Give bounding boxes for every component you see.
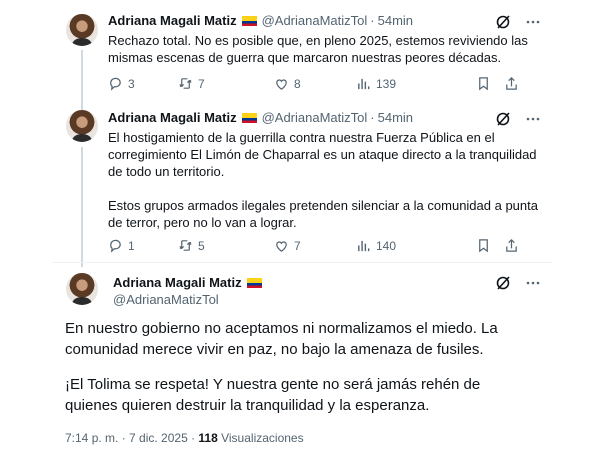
author-handle[interactable]: @AdrianaMatizTol (262, 110, 368, 125)
tweet-top-icons (495, 111, 541, 127)
repost-icon (179, 240, 192, 251)
tweet-actions: 3 7 8 139 (108, 76, 524, 91)
thread-connector (81, 147, 83, 267)
colombia-flag-icon (241, 15, 257, 26)
tweet-text-paragraph: El hostigamiento de la guerrilla contra … (108, 130, 537, 179)
more-icon[interactable] (525, 111, 541, 127)
tweet-text: Rechazo total. No es posible que, en ple… (108, 33, 528, 65)
avatar[interactable] (66, 110, 98, 142)
avatar[interactable] (66, 273, 98, 305)
like-count: 8 (294, 76, 301, 91)
author-name[interactable]: Adriana Magali Matiz (108, 110, 237, 125)
repost-button[interactable]: 5 (178, 238, 274, 253)
views-button[interactable]: 140 (356, 238, 476, 253)
author-handle[interactable]: @AdrianaMatizTol (262, 13, 368, 28)
like-icon (276, 79, 287, 90)
views-label: Visualizaciones (217, 431, 304, 445)
tweet-header: Adriana Magali Matiz @AdrianaMatizTol · … (108, 110, 414, 125)
tweet-timestamp[interactable]: 7:14 p. m. · 7 dic. 2025 · (65, 431, 198, 445)
author-name[interactable]: Adriana Magali Matiz (108, 13, 237, 28)
avatar[interactable] (66, 14, 98, 46)
reply-count: 3 (128, 76, 135, 91)
colombia-flag-icon (246, 277, 262, 288)
views-button[interactable]: 139 (356, 76, 476, 91)
tweet-text-paragraph: Estos grupos armados ilegales pretenden … (108, 198, 538, 230)
thread-container: Adriana Magali Matiz @AdrianaMatizTol · … (52, 0, 552, 455)
repost-icon (179, 78, 192, 89)
views-total: 118 (198, 431, 218, 445)
tweet-meta: 7:14 p. m. · 7 dic. 2025 · 118 Visualiza… (65, 431, 304, 445)
bookmark-icon (479, 239, 488, 253)
repost-count: 7 (198, 76, 205, 91)
views-count: 140 (376, 238, 397, 253)
grok-icon[interactable] (495, 111, 511, 127)
bookmark-button[interactable] (476, 238, 504, 253)
author-handle[interactable]: @AdrianaMatizTol (113, 292, 219, 307)
tweet-top-icons (495, 275, 541, 291)
divider (52, 262, 552, 263)
like-button[interactable]: 7 (274, 238, 356, 253)
author-name[interactable]: Adriana Magali Matiz (113, 275, 242, 290)
main-tweet-paragraph: ¡El Tolima se respeta! Y nuestra gente n… (65, 376, 481, 414)
tweet-time[interactable]: 54min (378, 13, 413, 28)
grok-icon[interactable] (495, 14, 511, 30)
tweet-actions: 1 5 7 140 (108, 238, 524, 253)
tweet-time[interactable]: 54min (378, 110, 413, 125)
like-icon (276, 241, 287, 252)
thread-connector (81, 50, 83, 110)
reply-count: 1 (128, 238, 135, 253)
views-count: 139 (376, 76, 397, 91)
like-button[interactable]: 8 (274, 76, 356, 91)
repost-count: 5 (198, 238, 205, 253)
reply-button[interactable]: 1 (108, 238, 178, 253)
share-icon (506, 239, 517, 252)
share-button[interactable] (504, 238, 524, 253)
repost-button[interactable]: 7 (178, 76, 274, 91)
reply-icon (110, 77, 121, 91)
views-icon (358, 78, 370, 90)
reply-button[interactable]: 3 (108, 76, 178, 91)
main-tweet-paragraph: En nuestro gobierno no aceptamos ni norm… (65, 320, 498, 358)
more-icon[interactable] (525, 14, 541, 30)
bookmark-icon (479, 77, 488, 91)
main-author: Adriana Magali Matiz (113, 275, 267, 290)
reply-icon (110, 239, 121, 253)
colombia-flag-icon (241, 112, 257, 123)
bookmark-button[interactable] (476, 76, 504, 91)
grok-icon[interactable] (495, 275, 511, 291)
tweet-top-icons (495, 14, 541, 30)
views-icon (358, 240, 370, 252)
tweet-header: Adriana Magali Matiz @AdrianaMatizTol · … (108, 13, 414, 28)
share-button[interactable] (504, 76, 524, 91)
like-count: 7 (294, 238, 301, 253)
share-icon (506, 77, 517, 90)
more-icon[interactable] (525, 275, 541, 291)
